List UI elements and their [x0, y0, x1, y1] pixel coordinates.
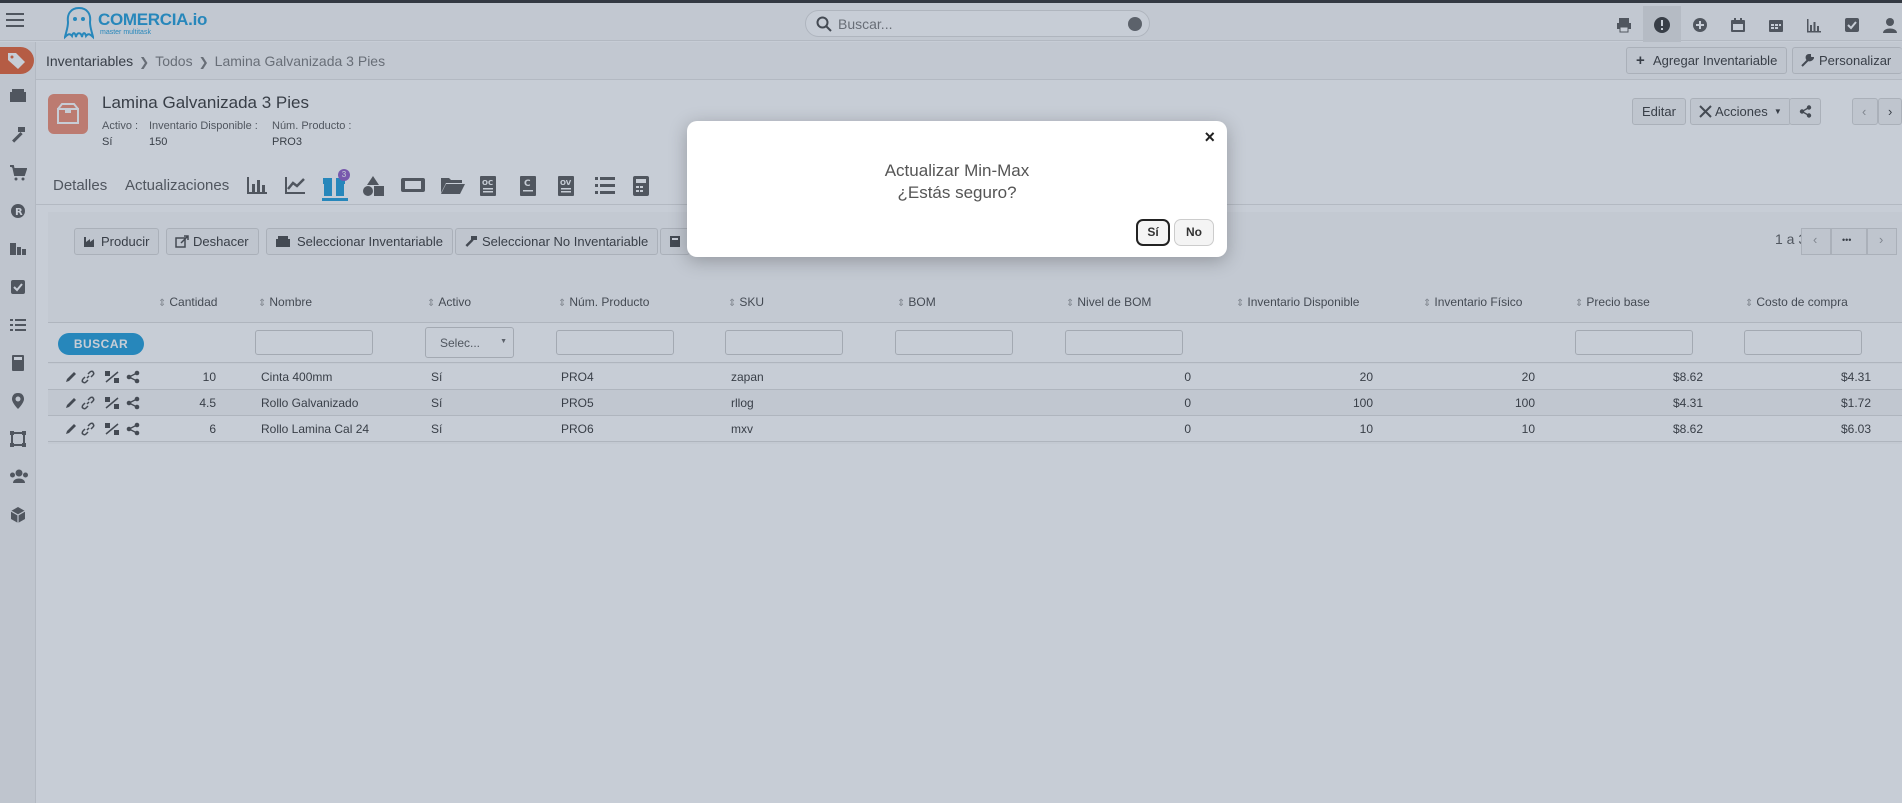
confirm-yes-button[interactable]: Sí — [1136, 219, 1170, 246]
dialog-message: ¿Estás seguro? — [897, 183, 1017, 202]
app-root: COMERCIA.io master multitask R — [0, 0, 1902, 803]
confirm-dialog: × Actualizar Min-Max ¿Estás seguro? Sí N… — [687, 121, 1227, 257]
close-icon[interactable]: × — [1204, 127, 1215, 148]
dialog-title: Actualizar Min-Max — [884, 161, 1030, 180]
confirm-no-button[interactable]: No — [1174, 219, 1214, 246]
